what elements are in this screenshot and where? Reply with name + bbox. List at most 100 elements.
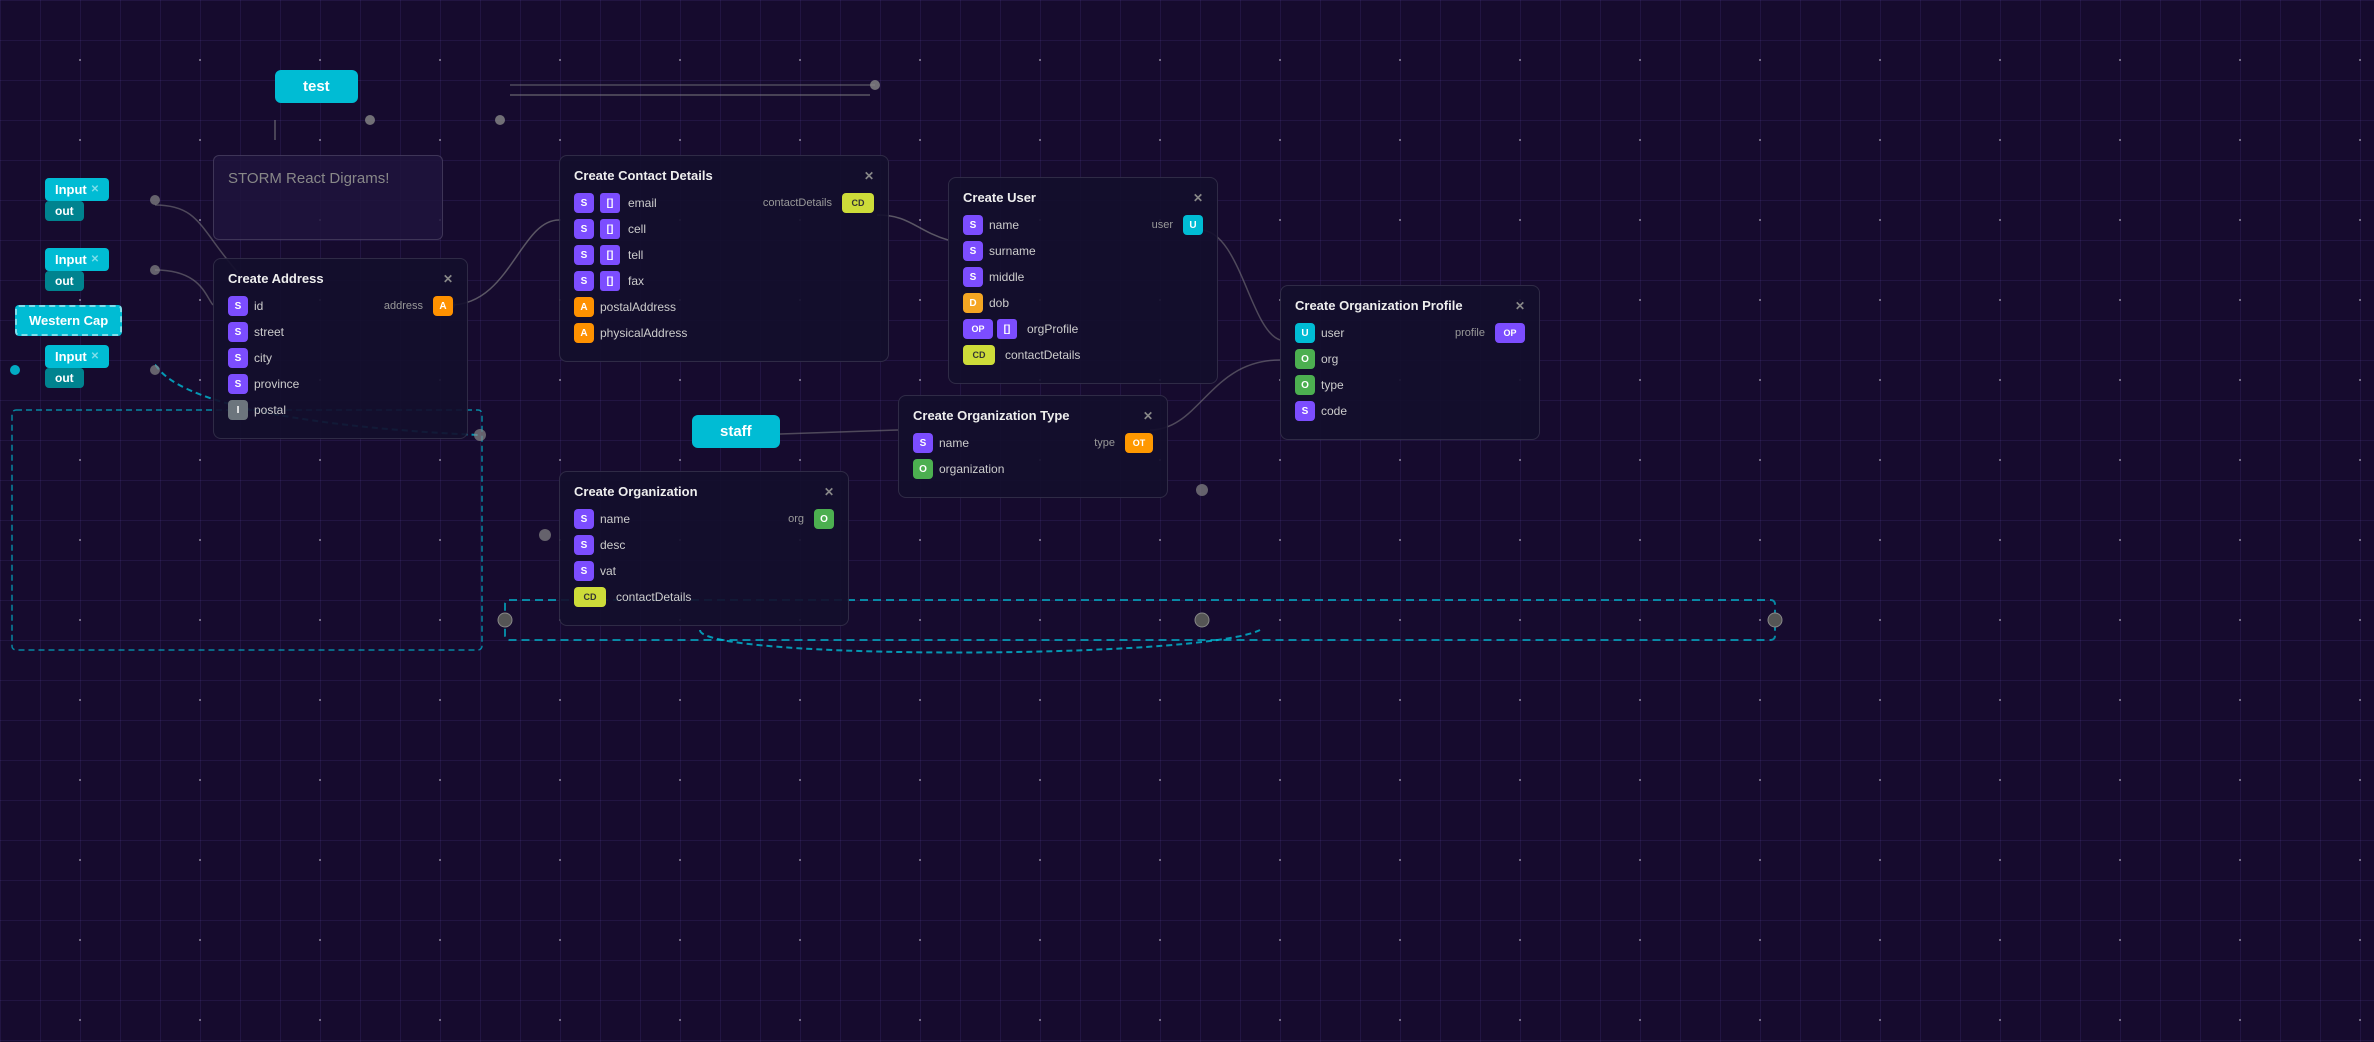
user-row-orgprofile: OP [] orgProfile <box>963 319 1203 339</box>
address-row-street: S street <box>228 322 453 342</box>
close-address-button[interactable]: ✕ <box>443 272 453 286</box>
create-contact-details-panel[interactable]: Create Contact Details ✕ S [] email cont… <box>559 155 889 362</box>
badge-u-orgprofile: U <box>1295 323 1315 343</box>
badge-a-postal: A <box>574 297 594 317</box>
staff-label: staff <box>692 415 780 448</box>
close-icon-3[interactable]: ✕ <box>91 351 99 362</box>
input-label-3: Input <box>55 349 87 364</box>
cd-badge-contact: CD <box>842 193 874 213</box>
badge-o-orgprofile-type: O <box>1295 375 1315 395</box>
org-row-name: S name org O <box>574 509 834 529</box>
badge-a-address: A <box>433 296 453 316</box>
badge-s-name: S <box>963 215 983 235</box>
user-row-surname: S surname <box>963 241 1203 261</box>
close-user-button[interactable]: ✕ <box>1193 191 1203 205</box>
user-row-name: S name user U <box>963 215 1203 235</box>
create-org-title: Create Organization ✕ <box>574 484 834 499</box>
input-label-1: Input <box>55 182 87 197</box>
close-org-profile-button[interactable]: ✕ <box>1515 299 1525 313</box>
address-row-postal: I postal <box>228 400 453 420</box>
contact-row-email: S [] email contactDetails CD <box>574 193 874 213</box>
badge-s-city: S <box>228 348 248 368</box>
create-contact-title: Create Contact Details ✕ <box>574 168 874 183</box>
western-cap-node[interactable]: Western Cap <box>15 305 122 336</box>
user-row-contactdetails: CD contactDetails <box>963 345 1203 365</box>
bracket-orgprofile: [] <box>997 319 1017 339</box>
contact-row-cell: S [] cell <box>574 219 874 239</box>
bracket-fax: [] <box>600 271 620 291</box>
bracket-email: [] <box>600 193 620 213</box>
badge-s-street: S <box>228 322 248 342</box>
user-row-dob: D dob <box>963 293 1203 313</box>
badge-s-id: S <box>228 296 248 316</box>
org-row-contact: CD contactDetails <box>574 587 834 607</box>
badge-s-orgtype-name: S <box>913 433 933 453</box>
create-org-type-title: Create Organization Type ✕ <box>913 408 1153 423</box>
create-address-panel[interactable]: Create Address ✕ S id address A S street… <box>213 258 468 439</box>
close-contact-button[interactable]: ✕ <box>864 169 874 183</box>
badge-s-org-name: S <box>574 509 594 529</box>
create-address-title: Create Address ✕ <box>228 271 453 286</box>
input-badge-2[interactable]: Input ✕ <box>45 248 109 271</box>
badge-cd-user: CD <box>963 345 995 365</box>
diagram-canvas[interactable]: test staff STORM React Digrams! Input ✕ … <box>0 0 2374 1042</box>
org-row-desc: S desc <box>574 535 834 555</box>
badge-s-fax: S <box>574 271 594 291</box>
contact-row-postal: A postalAddress <box>574 297 874 317</box>
org-type-row-name: S name type OT <box>913 433 1153 453</box>
org-type-row-org: O organization <box>913 459 1153 479</box>
out-badge-2: out <box>45 271 84 291</box>
address-row-province: S province <box>228 374 453 394</box>
test-label: test <box>275 70 358 103</box>
input-label-2: Input <box>55 252 87 267</box>
test-pill-node[interactable]: test <box>275 70 358 103</box>
close-org-button[interactable]: ✕ <box>824 485 834 499</box>
close-icon-2[interactable]: ✕ <box>91 254 99 265</box>
close-icon-1[interactable]: ✕ <box>91 184 99 195</box>
contact-row-tell: S [] tell <box>574 245 874 265</box>
orgprofile-row-code: S code <box>1295 401 1525 421</box>
badge-ot-type: OT <box>1125 433 1153 453</box>
org-row-vat: S vat <box>574 561 834 581</box>
create-user-title: Create User ✕ <box>963 190 1203 205</box>
badge-d-dob: D <box>963 293 983 313</box>
bracket-tell: [] <box>600 245 620 265</box>
badge-s-tell: S <box>574 245 594 265</box>
op-bracket-badge: OP [] <box>963 319 1017 339</box>
address-row-city: S city <box>228 348 453 368</box>
create-org-profile-title: Create Organization Profile ✕ <box>1295 298 1525 313</box>
orgprofile-row-type: O type <box>1295 375 1525 395</box>
create-user-panel[interactable]: Create User ✕ S name user U S surname S … <box>948 177 1218 384</box>
input-badge-1[interactable]: Input ✕ <box>45 178 109 201</box>
badge-s-email: S <box>574 193 594 213</box>
badge-op-profile: OP <box>1495 323 1525 343</box>
badge-cd-org: CD <box>574 587 606 607</box>
out-badge-1: out <box>45 201 84 221</box>
create-org-type-panel[interactable]: Create Organization Type ✕ S name type O… <box>898 395 1168 498</box>
western-cap-label: Western Cap <box>15 305 122 336</box>
badge-s-cell: S <box>574 219 594 239</box>
input-badge-3[interactable]: Input ✕ <box>45 345 109 368</box>
badge-s-surname: S <box>963 241 983 261</box>
bracket-cell: [] <box>600 219 620 239</box>
badge-o-orgprofile-org: O <box>1295 349 1315 369</box>
input-out-node-3[interactable]: Input ✕ out <box>45 345 109 385</box>
storm-text-node: STORM React Digrams! <box>213 155 443 240</box>
badge-s-org-desc: S <box>574 535 594 555</box>
input-out-node-2[interactable]: Input ✕ out <box>45 248 109 288</box>
badge-o-org: O <box>913 459 933 479</box>
close-org-type-button[interactable]: ✕ <box>1143 409 1153 423</box>
input-out-node-1[interactable]: Input ✕ out <box>45 178 109 218</box>
create-org-profile-panel[interactable]: Create Organization Profile ✕ U user pro… <box>1280 285 1540 440</box>
badge-i-postal: I <box>228 400 248 420</box>
create-organization-panel[interactable]: Create Organization ✕ S name org O S des… <box>559 471 849 626</box>
user-row-middle: S middle <box>963 267 1203 287</box>
storm-text: STORM React Digrams! <box>228 170 389 187</box>
badge-a-physical: A <box>574 323 594 343</box>
out-badge-3: out <box>45 368 84 388</box>
staff-pill-node[interactable]: staff <box>692 415 780 448</box>
badge-s-middle: S <box>963 267 983 287</box>
badge-s-org-vat: S <box>574 561 594 581</box>
orgprofile-row-user: U user profile OP <box>1295 323 1525 343</box>
badge-o-org-out: O <box>814 509 834 529</box>
